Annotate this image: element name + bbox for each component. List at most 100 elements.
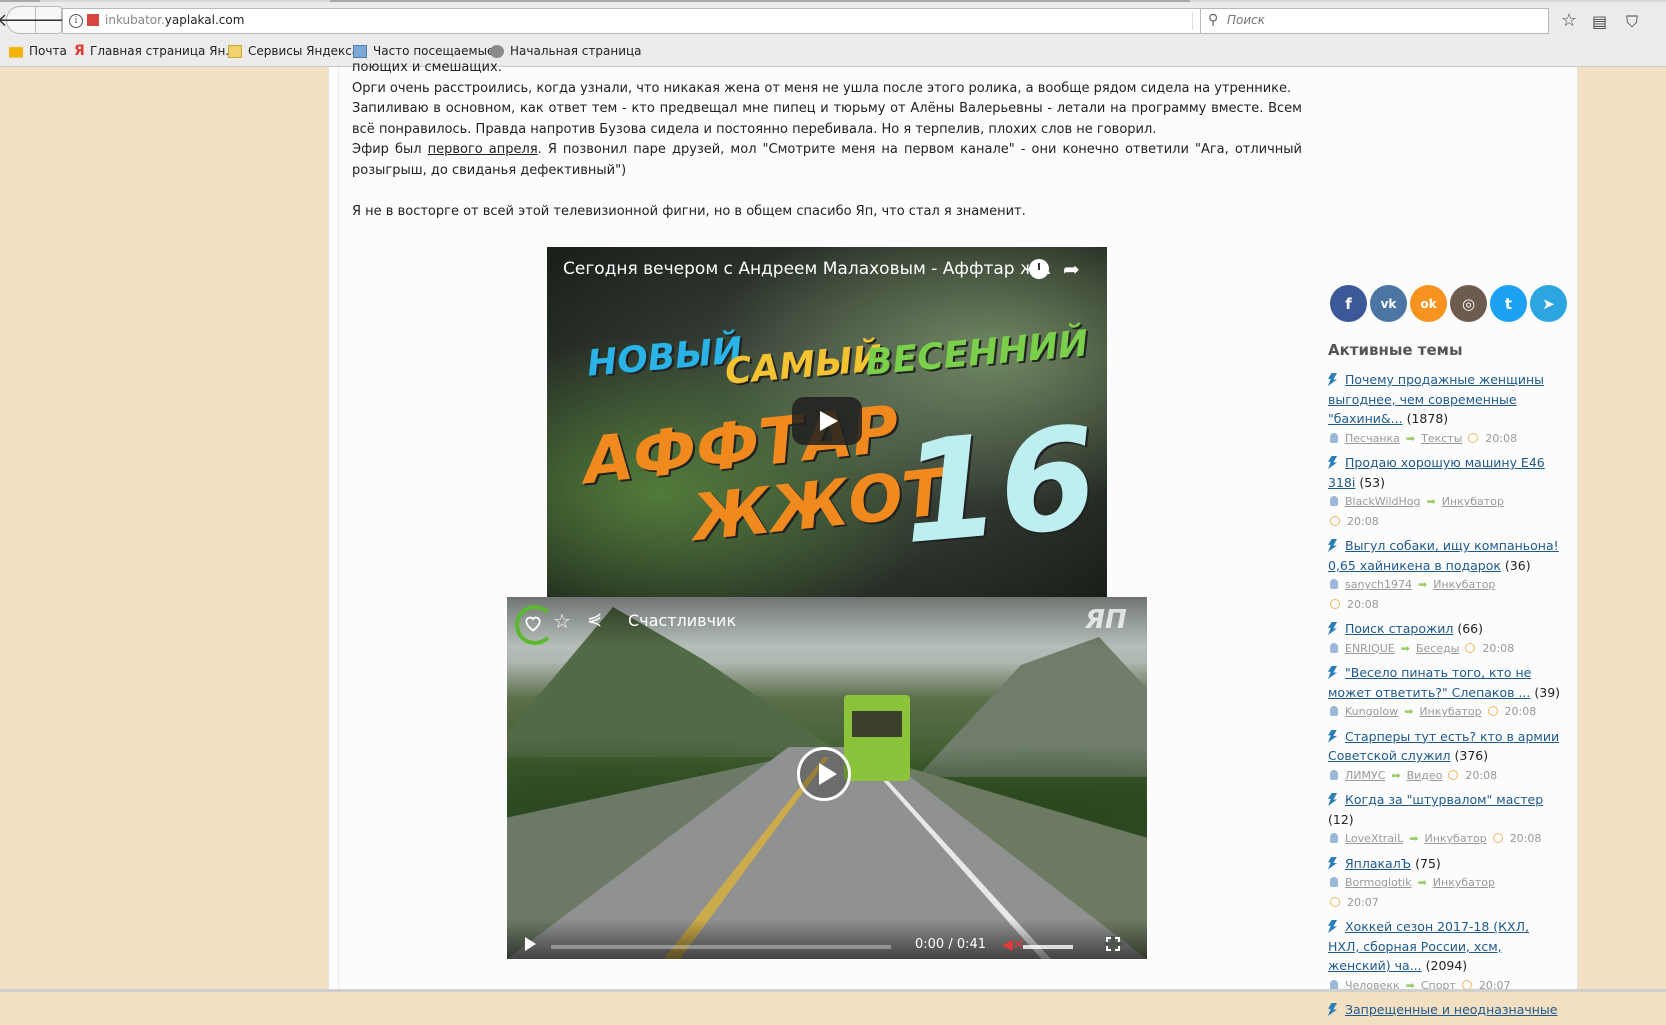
topic-author[interactable]: LoveXtraiL: [1345, 832, 1403, 845]
list-item: Когда за "штурвалом" мастер (12) LoveXtr…: [1328, 790, 1564, 849]
video1-title[interactable]: Сегодня вечером с Андреем Малаховым - Аф…: [563, 259, 1052, 279]
fullscreen-icon[interactable]: [1105, 936, 1123, 954]
browser-chrome: 🡐 🡒 i inkubator.yaplakal.com ⟳ ⚲ ☆ ▤ ⛉ П…: [0, 0, 1666, 67]
arrow-right-icon: ➡: [1400, 641, 1410, 655]
list-item: Почему продажные женщины выгоднее, чем с…: [1328, 370, 1564, 448]
search-input[interactable]: [1225, 12, 1529, 28]
topic-author[interactable]: ЛИМУС: [1345, 769, 1385, 782]
user-icon: [1330, 432, 1338, 443]
post-line-1: Орги очень расстроились, когда узнали, ч…: [352, 80, 1292, 96]
odnoklassniki-icon[interactable]: ok: [1410, 285, 1447, 322]
telegram-icon[interactable]: ➤: [1530, 285, 1567, 322]
user-icon: [1330, 642, 1338, 653]
post-paragraph-4: Я не в восторге от всей этой телевизионн…: [352, 203, 1026, 219]
topic-marker-icon: [1328, 539, 1337, 552]
bookmark-mail[interactable]: Почта: [9, 44, 67, 58]
info-icon[interactable]: i: [69, 14, 83, 28]
urlbar-separator: [1192, 12, 1193, 30]
topic-marker-icon: [1328, 856, 1337, 870]
topic-section[interactable]: Видео: [1407, 769, 1443, 782]
video2-controls: 0:00 / 0:41 ◀✕: [507, 919, 1147, 959]
first-april-link[interactable]: первого апреля: [428, 142, 538, 157]
share-nodes-icon[interactable]: ⋞: [587, 609, 602, 630]
url-domain: yaplakal.com: [164, 13, 245, 27]
bookmark-yandex-services[interactable]: Сервисы Яндекса: [228, 44, 359, 58]
topic-author[interactable]: Песчанка: [1345, 432, 1400, 445]
instagram-icon[interactable]: ◎: [1450, 285, 1487, 322]
bookmark-most-visited[interactable]: Часто посещаемые: [353, 44, 494, 58]
user-icon: [1330, 833, 1338, 843]
arrow-right-icon: ➡: [1391, 768, 1401, 782]
topic-author[interactable]: Bormoglotik: [1345, 876, 1412, 889]
thumb-number-16: 16: [895, 396, 1104, 577]
watch-later-icon[interactable]: [1029, 259, 1049, 279]
video2-bus: [844, 695, 910, 781]
bookmark-star-icon[interactable]: ☆: [1561, 10, 1577, 31]
yandex-icon: Я: [74, 42, 85, 59]
volume-slider[interactable]: [1023, 945, 1073, 949]
video2-title[interactable]: Счастливчик: [628, 611, 736, 630]
progress-bar[interactable]: [551, 945, 891, 949]
topic-section[interactable]: Инкубатор: [1433, 876, 1495, 889]
forward-button[interactable]: 🡒: [24, 6, 73, 34]
list-item: Выгул собаки, ищу компаньона! 0,65 хайни…: [1328, 538, 1559, 611]
clock-icon: [1461, 979, 1472, 990]
user-icon: [1330, 706, 1338, 716]
yap-video-player[interactable]: ☆ ⋞ Счастливчик ЯП 0:00 / 0:41 ◀✕: [507, 597, 1147, 959]
topic-section[interactable]: Инкубатор: [1419, 705, 1481, 718]
url-text[interactable]: inkubator.yaplakal.com: [105, 13, 244, 27]
topic-section[interactable]: Беседы: [1416, 642, 1459, 655]
topic-author[interactable]: Kungolow: [1345, 705, 1398, 718]
arrow-right-icon: ➡: [1405, 978, 1415, 992]
topic-section[interactable]: Инкубатор: [1424, 832, 1486, 845]
facebook-icon[interactable]: f: [1330, 285, 1367, 322]
topic-marker-icon: [1328, 373, 1337, 386]
video1-play-button[interactable]: [792, 397, 862, 445]
topic-section[interactable]: Тексты: [1421, 432, 1462, 445]
topic-link[interactable]: "Весело пинать того, кто не может ответи…: [1328, 665, 1531, 700]
list-item: Продаю хорошую машину Е46 318i (53) Blac…: [1328, 455, 1545, 528]
search-bar[interactable]: ⚲: [1200, 8, 1549, 34]
post-paragraph-2: Запиливаю в основном, как ответ тем - кт…: [352, 101, 1302, 137]
post-text: поющих и смешащих. Орги очень расстроили…: [352, 60, 1302, 222]
post-line-0: поющих и смешащих.: [352, 60, 502, 75]
star-icon[interactable]: ☆: [553, 609, 571, 633]
list-item: ЯплакалЪ (75) Bormoglotik ➡ Инкубатор 20:07: [1328, 854, 1564, 913]
twitter-icon[interactable]: t: [1490, 285, 1527, 322]
topic-author[interactable]: ENRIQUE: [1345, 642, 1395, 655]
topic-link[interactable]: Когда за "штурвалом" мастер: [1345, 792, 1543, 807]
list-item: Хоккей сезон 2017-18 (КХЛ, НХЛ, сборная …: [1328, 917, 1564, 995]
arrow-right-icon: ➡: [1405, 431, 1416, 445]
share-icon[interactable]: ➦: [1063, 257, 1080, 281]
muted-speaker-icon[interactable]: ◀✕: [1002, 937, 1025, 953]
tab-strip: [0, 0, 1666, 2]
topic-marker-icon: [1328, 920, 1337, 933]
heart-icon[interactable]: [523, 613, 543, 633]
play-icon[interactable]: [525, 937, 536, 951]
topic-section[interactable]: Инкубатор: [1433, 578, 1495, 591]
user-icon: [1330, 979, 1338, 990]
address-bar[interactable]: i inkubator.yaplakal.com ⟳: [62, 8, 1224, 34]
youtube-video-player[interactable]: НОВЫЙ САМЫЙ ВЕСЕННИЙ АФФТАР ЖЖОТ 16 Сего…: [547, 247, 1107, 597]
site-favicon-icon: [87, 14, 99, 26]
pocket-icon[interactable]: ⛉: [1626, 12, 1638, 32]
clock-icon: [1465, 642, 1476, 653]
bookmark-yandex-home[interactable]: Я Главная страница Ян...: [74, 42, 237, 59]
topic-section[interactable]: Инкубатор: [1442, 495, 1504, 508]
mail-icon: [9, 47, 23, 58]
video2-big-play-button[interactable]: [797, 747, 851, 801]
post-paragraph-3: Эфир был первого апреля. Я позвонил паре…: [352, 142, 1302, 178]
reading-list-icon[interactable]: ▤: [1592, 12, 1607, 31]
topic-link[interactable]: ЯплакалЪ: [1345, 856, 1411, 871]
globe-icon: [490, 44, 504, 58]
topic-author[interactable]: BlackWildHog: [1345, 495, 1420, 508]
bookmark-start-page[interactable]: Начальная страница: [490, 44, 642, 58]
topic-link[interactable]: Старперы тут есть? кто в армии Советской…: [1328, 729, 1559, 764]
topic-link[interactable]: Запрещенные и неодназначные: [1345, 1002, 1558, 1017]
topic-link[interactable]: Поиск старожил: [1345, 621, 1453, 636]
search-icon: ⚲: [1208, 12, 1219, 28]
vk-icon[interactable]: vk: [1370, 285, 1407, 322]
social-buttons: f vk ok ◎ t ➤: [1330, 285, 1567, 322]
topic-author[interactable]: sanych1974: [1345, 578, 1412, 591]
video2-topbar: [507, 597, 1147, 647]
